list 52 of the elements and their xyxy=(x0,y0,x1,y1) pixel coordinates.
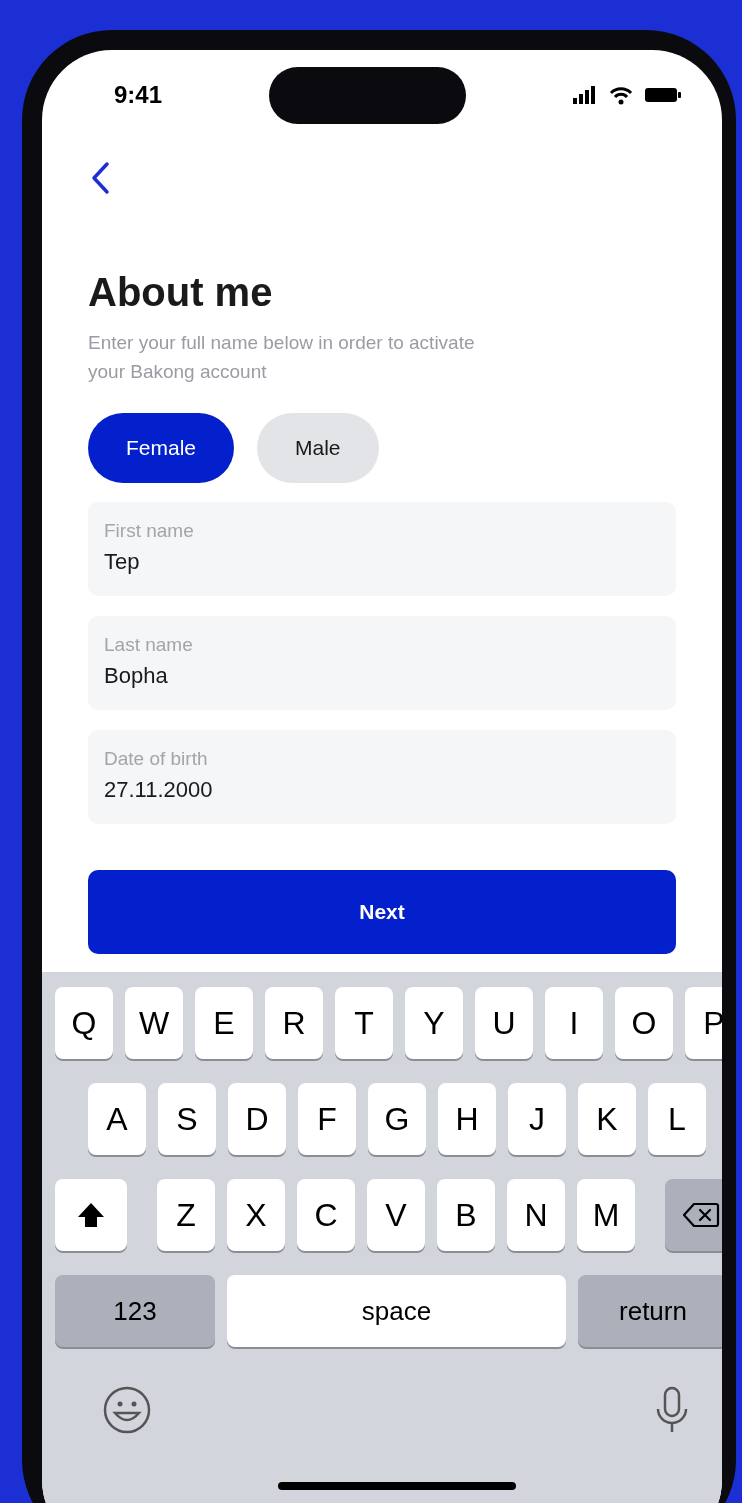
field-value: Tep xyxy=(104,548,141,576)
keyboard-key[interactable]: G xyxy=(368,1083,426,1155)
field-label: First name xyxy=(104,520,195,542)
keyboard-key[interactable]: D xyxy=(228,1083,286,1155)
keyboard-key[interactable]: S xyxy=(158,1083,216,1155)
keyboard-key[interactable]: N xyxy=(507,1179,565,1251)
numbers-key[interactable]: 123 xyxy=(55,1275,215,1347)
keyboard-key[interactable]: Q xyxy=(55,987,113,1059)
keyboard-key[interactable]: B xyxy=(437,1179,495,1251)
space-key[interactable]: space xyxy=(227,1275,566,1347)
keyboard-key[interactable]: K xyxy=(578,1083,636,1155)
keyboard-key[interactable]: E xyxy=(195,987,253,1059)
page-title: About me xyxy=(88,269,274,316)
keyboard-key[interactable]: H xyxy=(438,1083,496,1155)
keyboard-key[interactable]: I xyxy=(545,987,603,1059)
backspace-key[interactable] xyxy=(665,1179,722,1251)
field-value: 27.11.2000 xyxy=(104,776,214,804)
return-key[interactable]: return xyxy=(578,1275,722,1347)
next-button[interactable]: Next xyxy=(88,870,676,954)
keyboard-key[interactable]: M xyxy=(577,1179,635,1251)
keyboard-key[interactable]: X xyxy=(227,1179,285,1251)
gender-option[interactable]: Female xyxy=(88,413,235,483)
input-field[interactable]: First name Tep xyxy=(88,502,676,596)
keyboard-key[interactable]: W xyxy=(125,987,183,1059)
chevron-left-icon xyxy=(90,161,110,195)
shift-key[interactable] xyxy=(55,1179,127,1251)
emoji-icon[interactable] xyxy=(102,1385,152,1435)
keyboard-key[interactable]: O xyxy=(615,987,673,1059)
page-subtitle: Enter your full name below in order to activate your Bakong account xyxy=(88,331,476,384)
input-field[interactable]: Last name Bopha xyxy=(88,616,676,710)
field-label: Date of birth xyxy=(104,748,209,770)
keyboard-key[interactable]: J xyxy=(508,1083,566,1155)
battery-icon xyxy=(644,87,682,103)
keyboard-key[interactable]: V xyxy=(367,1179,425,1251)
field-label: Last name xyxy=(104,634,194,656)
keyboard-key[interactable]: L xyxy=(648,1083,706,1155)
status-time: 9:41 xyxy=(114,80,163,110)
backspace-icon xyxy=(682,1201,720,1229)
shift-arrow-icon xyxy=(76,1201,106,1229)
keyboard-key[interactable]: C xyxy=(297,1179,355,1251)
keyboard-key[interactable]: F xyxy=(298,1083,356,1155)
input-field[interactable]: Date of birth 27.11.2000 xyxy=(88,730,676,824)
keyboard-key[interactable]: U xyxy=(475,987,533,1059)
keyboard-key[interactable]: Z xyxy=(157,1179,215,1251)
wifi-icon xyxy=(608,85,634,105)
field-value: Bopha xyxy=(104,662,169,690)
keyboard-key[interactable]: R xyxy=(265,987,323,1059)
keyboard-key[interactable]: Y xyxy=(405,987,463,1059)
signal-icon xyxy=(572,85,598,105)
keyboard-key[interactable]: T xyxy=(335,987,393,1059)
keyboard-key[interactable]: A xyxy=(88,1083,146,1155)
gender-option[interactable]: Male xyxy=(257,413,379,483)
